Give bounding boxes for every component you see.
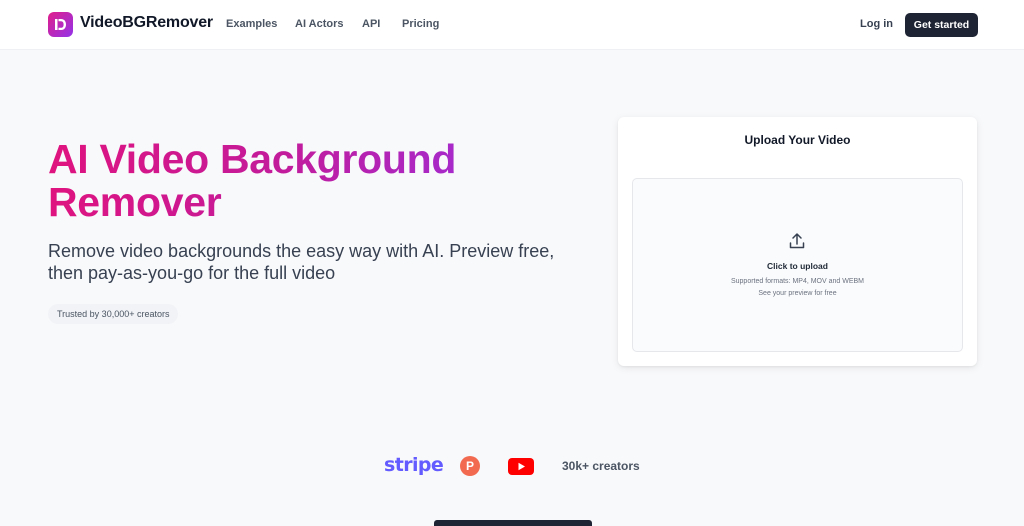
- logo-mark-icon: [55, 19, 66, 30]
- upload-card-title: Upload Your Video: [744, 133, 851, 147]
- brand-name[interactable]: VideoBGRemover: [80, 14, 213, 32]
- producthunt-letter: P: [466, 459, 474, 473]
- trust-badge-label: Trusted by 30,000+ creators: [57, 309, 170, 319]
- site-header: VideoBGRemover Examples AI Actors API Pr…: [0, 0, 1024, 50]
- upload-preview-note: See your preview for free: [758, 290, 837, 297]
- youtube-icon: [508, 458, 534, 475]
- logo-icon[interactable]: [48, 12, 73, 37]
- nav-api[interactable]: API: [362, 18, 380, 30]
- nav-examples[interactable]: Examples: [226, 18, 277, 30]
- hero-subtitle: Remove video backgrounds the easy way wi…: [48, 241, 555, 283]
- upload-dropzone[interactable]: Click to upload Supported formats: MP4, …: [632, 178, 963, 352]
- hero-title: AI Video Background Remover: [48, 138, 568, 224]
- login-link[interactable]: Log in: [860, 18, 893, 30]
- stripe-logo: stripe: [384, 454, 444, 476]
- nav-ai-actors[interactable]: AI Actors: [295, 18, 344, 30]
- upload-click-label: Click to upload: [767, 261, 828, 271]
- upload-icon: [789, 233, 805, 249]
- producthunt-icon: P: [460, 456, 480, 476]
- trust-badge: Trusted by 30,000+ creators: [48, 304, 179, 324]
- nav-pricing[interactable]: Pricing: [402, 18, 439, 30]
- creators-count: 30k+ creators: [562, 459, 640, 473]
- get-started-button[interactable]: Get started: [905, 13, 978, 37]
- upload-formats: Supported formats: MP4, MOV and WEBM: [730, 278, 865, 285]
- upload-card: Upload Your Video Click to upload Suppor…: [618, 117, 977, 366]
- bottom-floating-bar[interactable]: [434, 520, 592, 526]
